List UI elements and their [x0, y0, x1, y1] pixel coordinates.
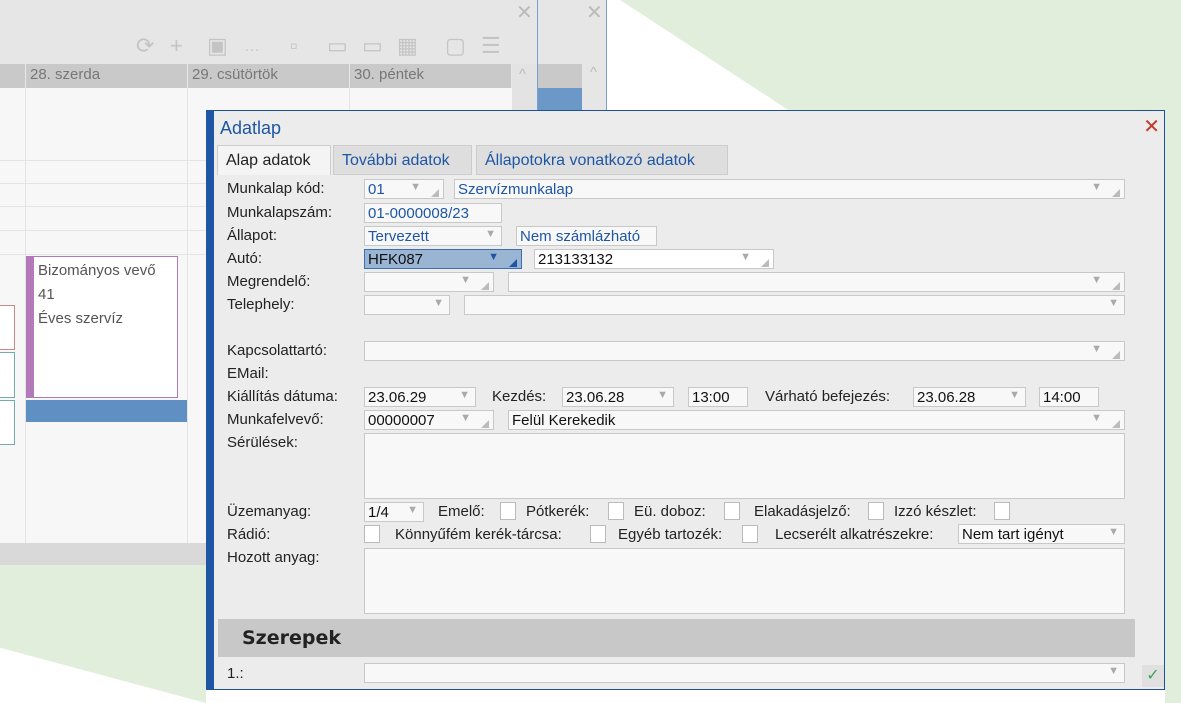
label: Munkafelvevő:: [227, 411, 324, 428]
telephely-select[interactable]: ▼: [364, 295, 450, 315]
label: Elakadásjelző:: [754, 503, 851, 520]
month-view-icon[interactable]: ▦: [397, 33, 418, 59]
elakadasjelzo-checkbox[interactable]: [868, 502, 884, 520]
scroll-up-icon[interactable]: ^: [590, 64, 597, 81]
label: Emelő:: [438, 503, 485, 520]
label: Autó:: [227, 250, 263, 267]
day-header[interactable]: 29. csütörtök: [188, 64, 350, 88]
kapcsolattarto-select[interactable]: ▼: [364, 341, 1125, 361]
side-panel: ✕ ^: [537, 0, 607, 120]
kezdes-datum-field[interactable]: 23.06.28 ▼: [562, 387, 674, 407]
day-header: [0, 64, 26, 88]
refresh-icon[interactable]: ⟳: [136, 33, 154, 59]
day-header[interactable]: 30. péntek: [350, 64, 512, 88]
label: Üzemanyag:: [227, 503, 312, 520]
izzo-keszlet-checkbox[interactable]: [994, 502, 1010, 520]
label: Munkalapszám:: [227, 204, 333, 221]
add-icon[interactable]: +: [170, 33, 183, 59]
checkmark-icon[interactable]: ✓: [1142, 665, 1164, 687]
label: Várható befejezés:: [765, 388, 891, 405]
window-icon[interactable]: ▢: [445, 33, 466, 59]
radio-checkbox[interactable]: [364, 525, 380, 543]
background-shape: [1165, 0, 1181, 703]
label: Izzó készlet:: [894, 503, 977, 520]
label: Pótkerék:: [526, 503, 590, 520]
megrendelo-nev-select[interactable]: ▼: [508, 272, 1125, 292]
label: Kezdés:: [492, 388, 547, 405]
label: Munkalap kód:: [227, 180, 325, 197]
auto-kod-select[interactable]: 213133132 ▼: [534, 249, 774, 269]
kezdes-ido-field[interactable]: 13:00: [688, 387, 748, 407]
eudoboz-checkbox[interactable]: [724, 502, 740, 520]
background-shape: [620, 0, 1181, 110]
label: Telephely:: [227, 296, 295, 313]
egyeb-tartozek-checkbox[interactable]: [742, 525, 758, 543]
list-view-icon[interactable]: ☰: [481, 33, 501, 59]
varhato-datum-field[interactable]: 23.06.28 ▼: [913, 387, 1026, 407]
adatlap-dialog: Adatlap ✕ Alap adatok További adatok Áll…: [206, 110, 1165, 690]
close-icon[interactable]: ✕: [1143, 114, 1160, 139]
munkalap-kod-select[interactable]: 01 ▼: [364, 179, 444, 199]
week-view-icon[interactable]: ▭: [327, 33, 348, 59]
emelo-checkbox[interactable]: [500, 502, 516, 520]
event-line: 41: [38, 286, 55, 303]
more-icon[interactable]: …: [244, 38, 260, 56]
munkafelvevo-nev-select[interactable]: Felül Kerekedik ▼: [508, 410, 1125, 430]
munkalap-tipus-select[interactable]: Szervízmunkalap ▼: [454, 179, 1125, 199]
label: Könnyűfém kerék-tárcsa:: [395, 526, 562, 543]
dialog-title: Adatlap: [220, 118, 282, 138]
label: Sérülések:: [227, 434, 298, 451]
label: EMail:: [227, 365, 269, 382]
hozott-anyag-textarea[interactable]: [364, 548, 1125, 614]
serulesek-textarea[interactable]: [364, 433, 1125, 499]
monitor-icon[interactable]: ▣: [207, 33, 228, 59]
auto-select[interactable]: HFK087 ▼: [364, 249, 522, 269]
lecserelt-select[interactable]: Nem tart igényt ▼: [958, 524, 1125, 544]
calendar-event[interactable]: Bizományos vevő 41 Éves szervíz: [26, 256, 178, 398]
label: Megrendelő:: [227, 273, 311, 290]
telephely-nev-select[interactable]: ▼: [464, 295, 1125, 315]
varhato-ido-field[interactable]: 14:00: [1039, 387, 1099, 407]
label: Hozott anyag:: [227, 549, 320, 566]
munkafelvevo-kod-select[interactable]: 00000007 ▼: [364, 410, 494, 430]
background-shape: [0, 565, 206, 703]
allapot-select[interactable]: Tervezett ▼: [364, 226, 502, 246]
szerep-select[interactable]: ▼: [364, 663, 1125, 683]
all-day-bar[interactable]: [26, 400, 187, 422]
label: Állapot:: [227, 227, 278, 244]
label: Eü. doboz:: [634, 503, 706, 520]
kiallitas-datum-field[interactable]: 23.06.29 ▼: [364, 387, 476, 407]
day-header[interactable]: 28. szerda: [26, 64, 188, 88]
konnyufem-checkbox[interactable]: [590, 525, 606, 543]
megrendelo-select[interactable]: ▼: [364, 272, 494, 292]
tab-allapotok[interactable]: Állapotokra vonatkozó adatok: [476, 145, 728, 175]
label: Lecserélt alkatrészekre:: [775, 526, 934, 543]
potkerek-checkbox[interactable]: [608, 502, 624, 520]
munkalapszam-field[interactable]: 01-0000008/23: [364, 203, 502, 223]
label: Egyéb tartozék:: [618, 526, 723, 543]
tab-alap-adatok[interactable]: Alap adatok: [217, 145, 331, 175]
szerepek-section-header: Szerepek: [218, 619, 1135, 657]
label: Rádió:: [227, 526, 271, 543]
close-icon[interactable]: ✕: [516, 0, 533, 25]
day-view-icon[interactable]: ▫: [290, 33, 298, 59]
workweek-view-icon[interactable]: ▭: [362, 33, 383, 59]
event-line: Éves szervíz: [38, 310, 124, 327]
label: 1.:: [227, 665, 244, 682]
tab-tovabbi-adatok[interactable]: További adatok: [333, 145, 472, 175]
label: Kapcsolattartó:: [227, 342, 328, 359]
event-line: Bizományos vevő: [38, 262, 156, 279]
close-icon[interactable]: ✕: [586, 0, 603, 25]
uzemanyag-select[interactable]: 1/4 ▼: [364, 502, 424, 522]
szamlazas-field[interactable]: Nem számlázható: [516, 226, 657, 246]
label: Kiállítás dátuma:: [227, 388, 338, 405]
